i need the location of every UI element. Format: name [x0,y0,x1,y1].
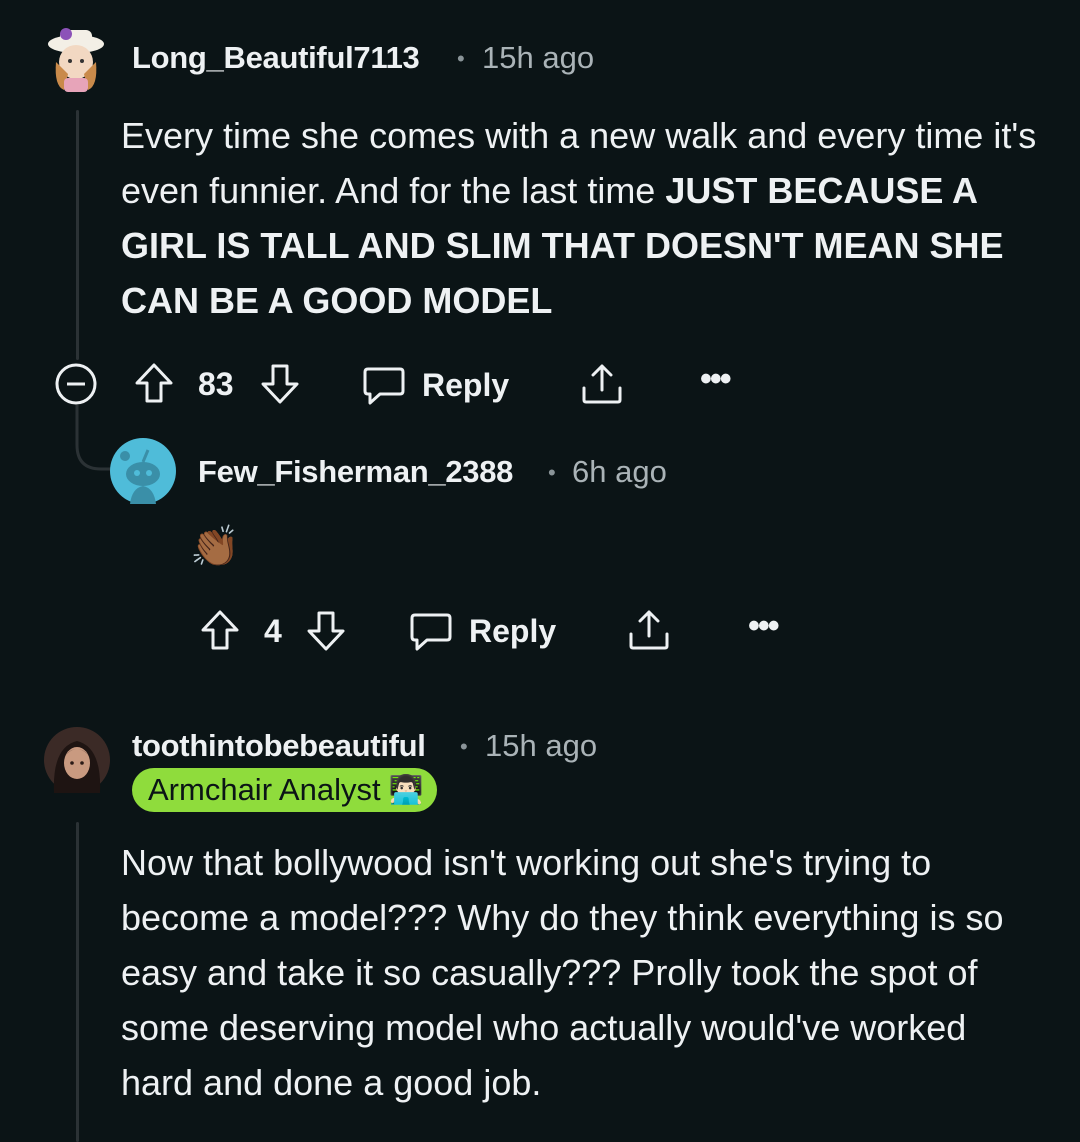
separator-dot: • [460,734,468,759]
separator-dot: • [548,460,556,485]
user-flair: Armchair Analyst 👨🏻‍💻 [132,768,438,812]
avatar-image [44,727,110,793]
comment-body: Now that bollywood isn't working out she… [121,842,1004,1103]
comment-1: Long_Beautiful7113 • 15h ago Every time … [0,0,1080,420]
downvote-icon [261,364,299,404]
share-button[interactable] [627,608,671,652]
timestamp: 6h ago [572,454,667,489]
upvote-button[interactable] [133,361,175,405]
avatar[interactable] [110,438,176,504]
separator-dot: • [457,46,465,71]
username[interactable]: toothintobebeautiful [132,728,426,764]
username[interactable]: Few_Fisherman_2388 [198,454,513,490]
thread-line[interactable] [76,110,79,360]
username[interactable]: Long_Beautiful7113 [132,40,420,76]
comment-body: Every time she comes with a new walk and… [121,108,1041,328]
vote-count: 4 [264,613,282,649]
more-options-button[interactable]: ••• [748,607,780,646]
collapse-button[interactable] [54,362,98,406]
upvote-icon [201,610,239,650]
more-options-button[interactable]: ••• [700,360,732,399]
share-button[interactable] [580,362,624,406]
share-icon [629,610,669,650]
reply-button[interactable]: Reply [409,610,556,652]
avatar-image [48,28,104,92]
flair-text: Armchair Analyst [148,772,381,807]
share-icon [582,364,622,404]
downvote-button[interactable] [305,609,347,653]
upvote-button[interactable] [199,608,241,652]
comment-3: toothintobebeautiful • 15h ago Armchair … [0,700,1080,1142]
downvote-icon [307,611,345,651]
snoo-avatar-icon [110,438,176,504]
reply-button[interactable]: Reply [362,364,509,406]
more-icon: ••• [700,360,732,398]
more-icon: ••• [748,607,780,645]
reply-icon [410,613,452,651]
reply-icon [363,367,405,405]
timestamp: 15h ago [482,40,595,75]
technologist-icon: 👨🏻‍💻 [388,774,424,805]
collapse-icon [55,363,97,405]
avatar[interactable] [44,727,110,793]
downvote-button[interactable] [259,362,301,406]
timestamp: 15h ago [485,728,598,763]
reply-label: Reply [422,366,510,403]
comment-2: Few_Fisherman_2388 • 6h ago 👏🏾 4 Reply •… [0,420,1080,680]
avatar[interactable] [46,24,106,94]
comment-body: 👏🏾 [190,525,240,569]
upvote-icon [135,363,173,403]
vote-count: 83 [198,366,234,402]
reply-label: Reply [469,612,557,649]
thread-line[interactable] [76,822,79,1142]
